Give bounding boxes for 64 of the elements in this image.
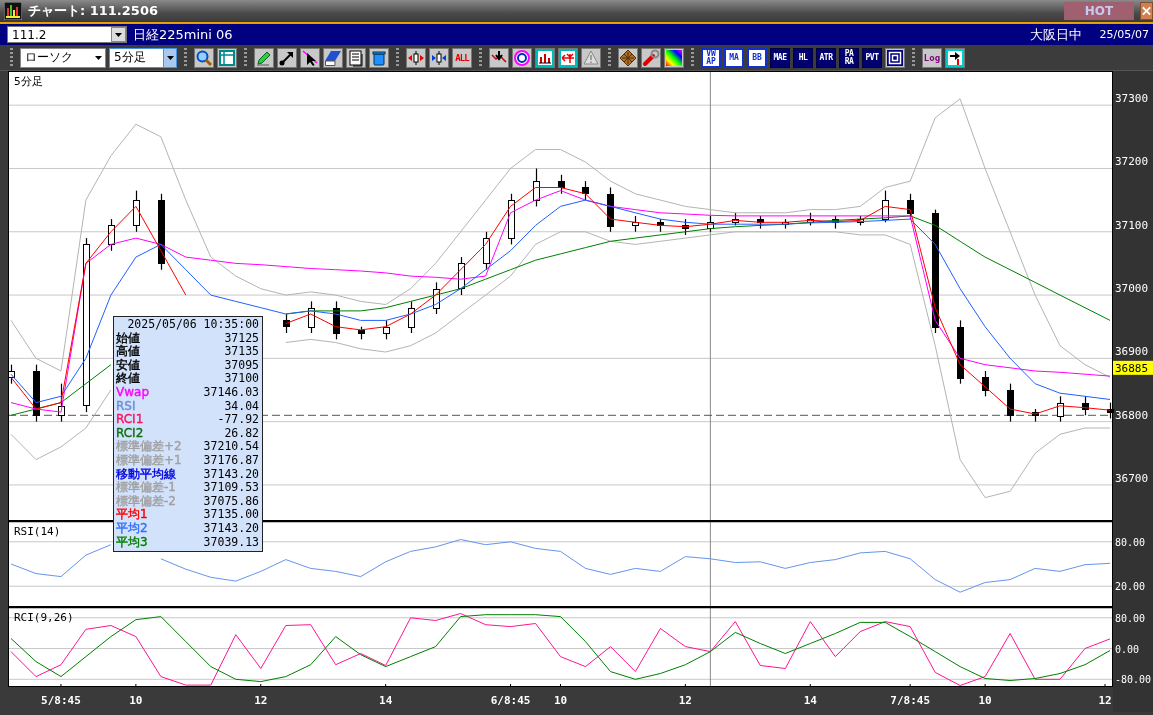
axis-label: 37000 bbox=[1115, 282, 1149, 296]
axis-label: 12 bbox=[254, 694, 268, 707]
axis-label: 5/8:45 bbox=[41, 694, 81, 707]
instrument-name: 日経225mini 06 bbox=[133, 25, 234, 44]
axis-label: 10 bbox=[129, 694, 143, 707]
info-value: 37135 bbox=[224, 345, 259, 359]
info-value: 34.04 bbox=[224, 399, 259, 414]
info-label: RCI1 bbox=[116, 413, 144, 427]
info-value: 37075.86 bbox=[203, 494, 259, 509]
axis-label: 20.00 bbox=[1115, 581, 1146, 593]
info-value: 37109.53 bbox=[203, 481, 259, 495]
annotation: 36885 bbox=[1115, 361, 1149, 375]
axis-label: 37200 bbox=[1115, 155, 1149, 169]
chart-title: RCI(9,26) bbox=[14, 611, 74, 624]
info-label: 平均3 bbox=[116, 535, 148, 550]
chart-title: RSI(14) bbox=[14, 525, 61, 538]
info-label: 平均2 bbox=[116, 521, 148, 536]
axis-label: 80.00 bbox=[1115, 536, 1146, 548]
axis-label: 36900 bbox=[1115, 345, 1149, 359]
axis-label: 10 bbox=[978, 694, 992, 707]
info-value: 37176.87 bbox=[203, 453, 259, 468]
axis-label: 0.00 bbox=[1115, 643, 1140, 655]
window-title: チャート: 111.2506 bbox=[28, 2, 159, 20]
info-label: RCI2 bbox=[116, 426, 144, 440]
info-label: 移動平均線 bbox=[116, 467, 176, 481]
axis-label: 36700 bbox=[1115, 471, 1149, 485]
info-value: 37095 bbox=[224, 358, 259, 373]
axis-label: 7/8:45 bbox=[890, 694, 931, 707]
info-label: 終値 bbox=[116, 372, 140, 386]
info-value: 37143.20 bbox=[203, 467, 259, 482]
info-value: 37100 bbox=[224, 372, 259, 386]
info-label: RSI bbox=[116, 399, 136, 414]
info-label: 標準偏差-1 bbox=[116, 481, 176, 495]
info-value: 37135.00 bbox=[203, 508, 259, 522]
info-value: -77.92 bbox=[217, 413, 259, 427]
info-value: 37039.13 bbox=[203, 535, 259, 550]
axis-label: 6/8:45 bbox=[490, 694, 531, 707]
info-value: 37125 bbox=[224, 331, 259, 346]
axis-label: 12 bbox=[678, 694, 692, 707]
axis-label: 12 bbox=[1098, 694, 1112, 707]
info-value: 26.82 bbox=[224, 426, 259, 441]
axis-label: 37100 bbox=[1115, 218, 1149, 232]
info-value: 37210.54 bbox=[203, 440, 259, 454]
info-label: 標準偏差+2 bbox=[116, 440, 182, 454]
axis-label: 37300 bbox=[1115, 92, 1149, 106]
axis-label: 14 bbox=[803, 694, 817, 707]
info-label: 標準偏差-2 bbox=[116, 494, 176, 508]
axis-label: 10 bbox=[553, 694, 568, 707]
info-label: 標準偏差+1 bbox=[116, 453, 182, 468]
info-label: 高値 bbox=[116, 345, 140, 359]
info-value: 37143.20 bbox=[203, 521, 259, 536]
info-label: 始値 bbox=[116, 331, 140, 345]
info-datetime: 2025/05/06 10:35:00 bbox=[126, 318, 259, 332]
info-label: 平均1 bbox=[116, 508, 148, 522]
session-label: 大阪日中 bbox=[1029, 25, 1082, 44]
info-label: Vwap bbox=[116, 385, 149, 400]
date-label: 25/05/07 bbox=[1099, 28, 1149, 41]
info-label: 安値 bbox=[116, 358, 140, 372]
axis-label: 80.00 bbox=[1115, 612, 1146, 624]
axis-label: 36800 bbox=[1115, 408, 1149, 422]
info-value: 37146.03 bbox=[203, 385, 259, 400]
axis-label: 14 bbox=[379, 694, 393, 707]
axis-label: -80.00 bbox=[1115, 674, 1152, 686]
chart-title: 5分足 bbox=[14, 75, 43, 88]
